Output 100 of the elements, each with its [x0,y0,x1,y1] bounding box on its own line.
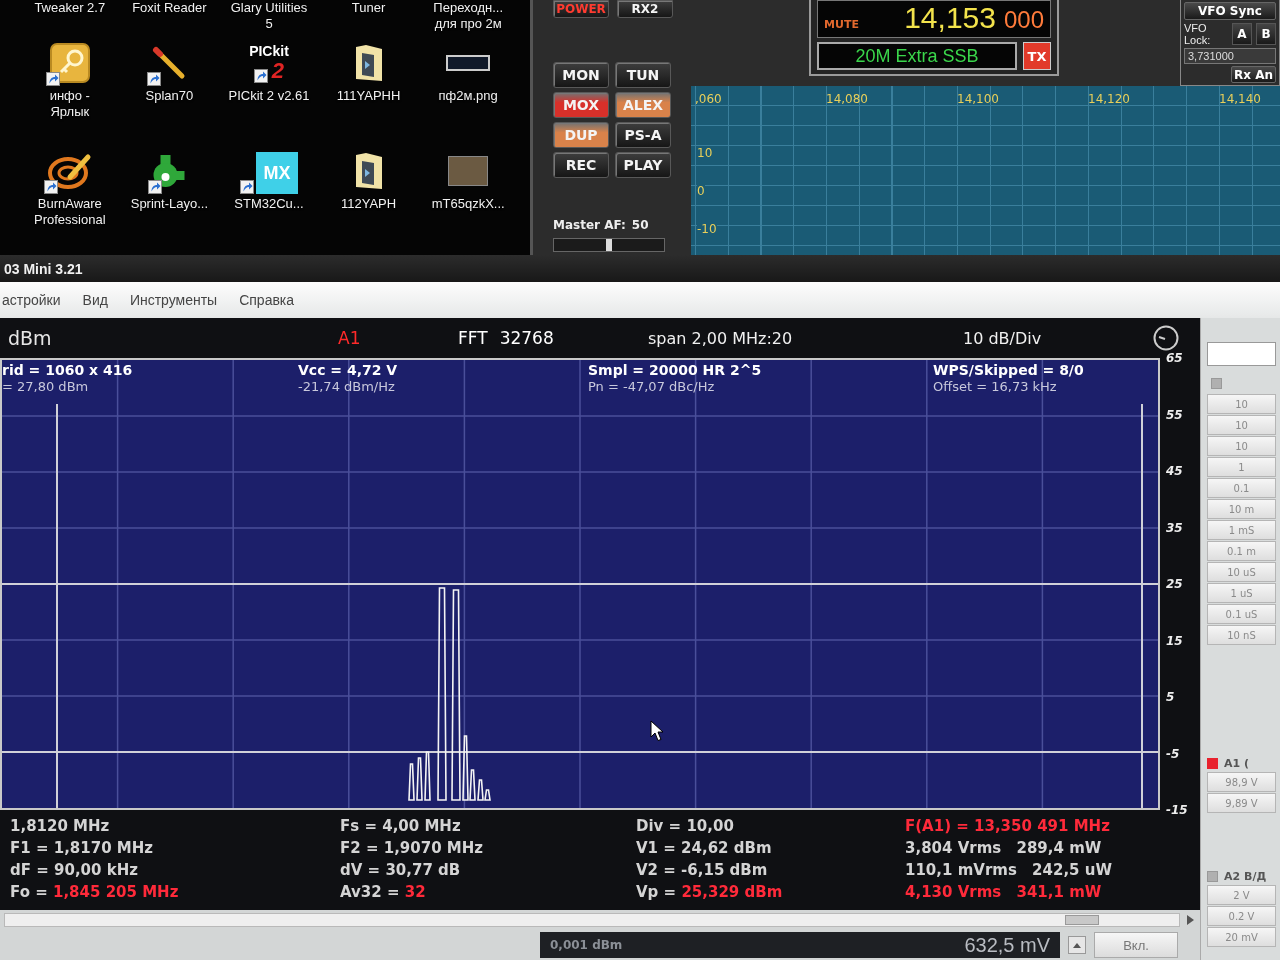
frequency-scale-label: 14,100 [957,92,1000,108]
spin-up-button[interactable] [1068,936,1086,954]
photo-placeholder[interactable] [448,156,489,186]
axis-label: 65 [1166,351,1183,365]
menu-item[interactable]: Справка [239,292,295,308]
desktop-icon-label[interactable]: Tweaker 2.7 [34,0,106,16]
master-af-value: 50 [631,218,649,232]
scrollbar[interactable] [4,913,1180,927]
measurement-text: 3,804 Vrms 289,4 mW [905,838,1102,858]
rx-antenna-button[interactable]: Rx An [1231,66,1276,83]
desktop-icon-label[interactable]: Splan70 [145,88,194,104]
checkbox[interactable] [1207,757,1218,769]
frequency-scale-label: ,060 [695,92,723,108]
vfo-sync-button[interactable]: VFO Sync [1184,2,1276,21]
level-scale-label: 0 [697,184,705,198]
readout-text: WPS/Skipped = 8/0 [933,362,1084,379]
frequency-hz: 000 [1003,6,1044,34]
desktop-icon-label[interactable]: STM32Cu... [234,196,304,212]
span-label: span 2,00 MHz:20 [648,328,793,348]
measurement-text: 1,8120 MHz [10,816,110,836]
desktop-icon-label[interactable]: 111YAPHH [336,88,401,104]
radio-button[interactable]: PS-A [615,122,671,148]
axis-label: 35 [1166,520,1183,535]
axis-label: -5 [1166,746,1180,761]
slider-thumb[interactable] [606,239,612,251]
measurement-text: 110,1 mVrms 242,5 uW [905,860,1112,880]
level-scale-label: 10 [697,146,713,160]
desktop-icon-label[interactable]: mT65qzkX... [431,196,505,212]
radio-button[interactable]: MON [553,62,609,88]
desktop-icon-label[interactable]: Sprint-Layo... [130,196,209,212]
folder-icon[interactable] [353,43,384,83]
desktop-icon-label[interactable]: инфо - Ярлык [49,88,90,120]
radio-button[interactable]: RX2 [617,0,673,18]
readout-text: 632,5 mV [964,933,1050,957]
radio-button[interactable]: MOX [553,92,609,118]
ring-pencil-icon[interactable] [47,151,92,191]
axis-label: 25 [1166,577,1183,591]
desktop-icon-label[interactable]: 112YAPH [341,196,397,212]
fft-label: FFT [458,328,488,348]
scale-label: 10 dB/Div [963,328,1042,348]
measurement-text: Vp = 25,329 dBm [636,882,783,902]
readout-text: 0,001 dBm [550,938,623,952]
measurement-text: V2 = -6,15 dBm [636,860,768,880]
radio-button[interactable]: TUN [615,62,671,88]
up-triangle-icon [1073,942,1081,948]
folder-icon[interactable] [353,151,384,191]
radio-button[interactable]: REC [553,152,609,178]
radio-button[interactable]: PLAY [615,152,671,178]
menu-item[interactable]: Инструменты [129,292,218,308]
logo-text[interactable]: PICkit [249,43,289,59]
image-file-icon[interactable] [446,55,491,71]
desktop-icon-label[interactable]: PICkit 2 v2.61 [228,88,310,104]
measurement-text: Av32 = 32 [340,882,426,902]
vfo-lock-button[interactable]: B [1256,23,1276,46]
dial-icon[interactable] [1153,325,1179,351]
vfo-lock-label: VFO Lock: [1184,22,1211,47]
desktop-icon-label[interactable]: Переходн... для про 2м [433,0,503,32]
measurement-text: V1 = 24,62 dBm [636,838,772,858]
frequency-mhz: 14,153 [904,1,996,35]
checkbox[interactable] [1211,378,1222,389]
frequency-scale-label: 14,140 [1219,92,1261,108]
readout-text: Pn = -47,07 dBc/Hz [588,379,715,395]
checkbox[interactable] [1207,870,1218,882]
desktop-icon-label[interactable]: BurnAware Professional [34,196,106,228]
vfo-frequency-field[interactable]: 3,731000 [1184,48,1276,65]
axis-label: -15 [1166,803,1188,817]
readout-text: = 27,80 dBm [2,379,89,395]
measurement-text: Fs = 4,00 MHz [340,816,461,836]
desktop-icon-label[interactable]: пф2м.png [438,88,498,104]
window-title: 03 Mini 3.21 [4,260,83,277]
readout-text: Smpl = 20000 HR 2^5 [588,362,762,379]
tx-button[interactable]: TX [1023,42,1051,70]
key-icon[interactable] [49,43,90,83]
mute-label: MUTE [824,18,859,31]
readout-text: Vcc = 4,72 V [298,362,398,379]
measurement-text: 4,130 Vrms 341,1 mW [905,882,1102,902]
desktop-icon-label[interactable]: Foxit Reader [132,0,207,16]
measurement-text: Fo = 1,845 205 MHz [10,882,179,902]
measurement-text: dF = 90,00 kHz [10,860,138,880]
input-field[interactable] [1207,342,1276,366]
logo-digit[interactable]: 2 [271,59,285,83]
axis-label: 5 [1166,690,1175,704]
channel-label: A1 ( [1224,756,1250,770]
menu-item[interactable]: Вид [82,292,108,308]
scroll-right-icon[interactable] [1184,914,1196,926]
scrollbar-thumb[interactable] [1065,915,1099,925]
measurement-text: F1 = 1,8170 MHz [10,838,154,858]
desktop-icon-label[interactable]: Tuner [351,0,386,16]
menu-item[interactable]: астройки [2,292,61,308]
frequency-scale-label: 14,120 [1088,92,1131,108]
desktop-icon-label[interactable]: Glary Utilities 5 [230,0,308,32]
vfo-lock-button[interactable]: A [1232,23,1252,46]
measurement-text: dV = 30,77 dB [340,860,461,880]
connector-icon[interactable] [152,154,187,188]
on-button[interactable]: Вкл. [1094,932,1178,958]
slider-track[interactable] [553,238,665,252]
mouse-pointer-icon [650,720,664,742]
readout-text: -21,74 dBm/Hz [298,379,395,395]
channel-label: A2 B/Д [1224,869,1267,883]
radio-button[interactable]: POWER [553,0,609,18]
